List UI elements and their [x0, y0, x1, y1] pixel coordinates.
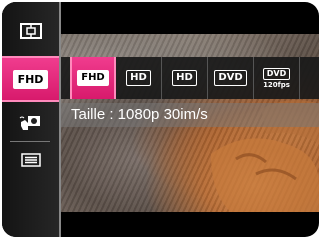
fhd-icon: FHD: [77, 70, 109, 86]
left-menu: FHD: [2, 2, 61, 237]
dvd-120fps-icon: DVD 120fps: [262, 67, 291, 89]
camera-screen: FHD FHD HD HD DVD DVD 120fps Taille: 10…: [2, 2, 319, 237]
dvd-icon: DVD: [214, 70, 247, 86]
hd-icon: HD: [126, 70, 151, 86]
scene-frame-icon: [19, 23, 42, 39]
option-dvd[interactable]: DVD: [208, 57, 254, 99]
stabilization-button[interactable]: [2, 108, 59, 138]
scene-mode-button[interactable]: [2, 16, 59, 46]
menu-button[interactable]: [2, 146, 59, 174]
option-dvd-120fps[interactable]: DVD 120fps: [254, 57, 300, 99]
option-hd-1[interactable]: HD: [116, 57, 162, 99]
menu-list-icon: [20, 153, 41, 167]
hd-icon: HD: [172, 70, 197, 86]
option-caption: Taille : 1080p 30im/s: [61, 103, 319, 127]
dvd-label: DVD: [262, 67, 291, 80]
video-size-button[interactable]: FHD: [2, 56, 59, 102]
fhd-icon: FHD: [12, 69, 49, 89]
stabilizer-hand-icon: [19, 116, 40, 130]
resolution-options-bar: FHD HD HD DVD DVD 120fps: [61, 57, 319, 99]
fps-label: 120fps: [263, 80, 290, 89]
option-hd-2[interactable]: HD: [162, 57, 208, 99]
option-fhd[interactable]: FHD: [70, 57, 116, 99]
menu-divider: [10, 141, 50, 142]
